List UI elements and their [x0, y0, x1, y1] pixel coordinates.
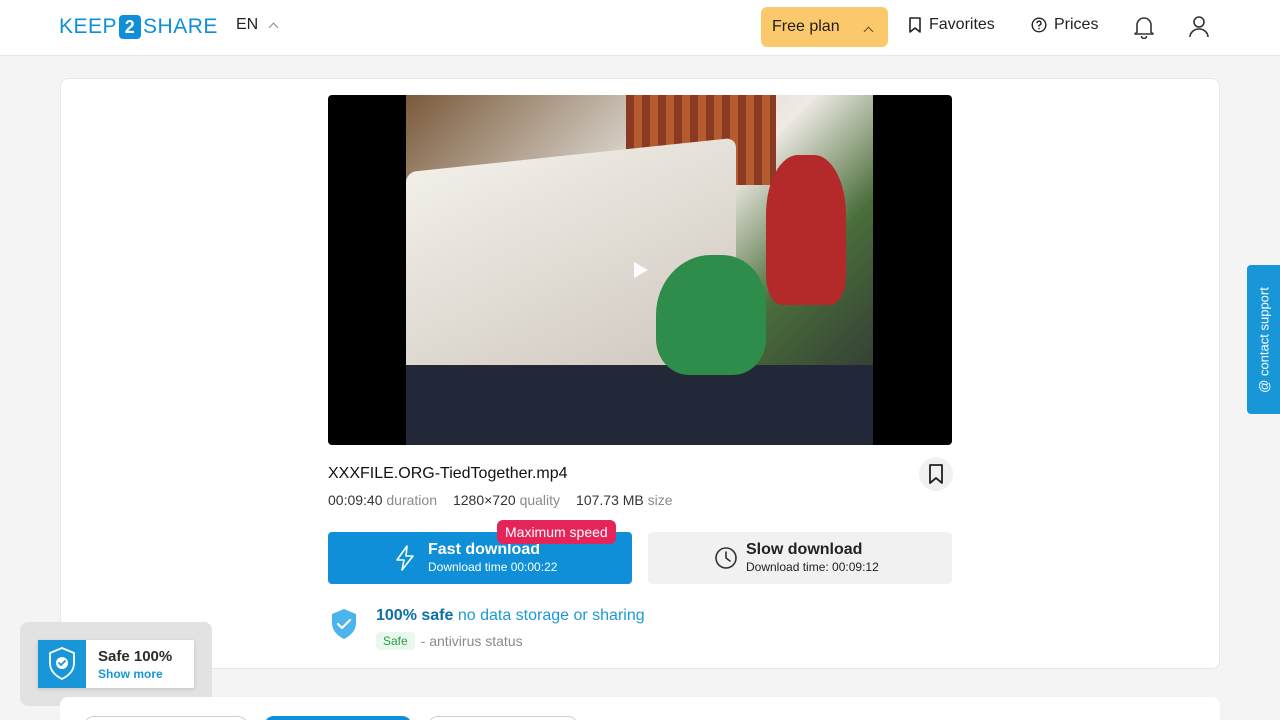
size-info: 107.73 MB size	[576, 492, 673, 508]
chevron-up-icon	[863, 26, 874, 37]
language-label: EN	[236, 16, 259, 33]
add-favorite-button[interactable]	[919, 457, 953, 491]
video-preview[interactable]	[328, 95, 952, 445]
thumbnail-figure	[766, 155, 846, 305]
maximum-speed-badge: Maximum speed	[497, 520, 616, 544]
chevron-up-icon	[268, 22, 279, 32]
favorites-link[interactable]: Favorites	[908, 16, 995, 34]
site-logo[interactable]: KEEP 2 SHARE	[59, 15, 218, 39]
size-value: 107.73 MB	[576, 492, 644, 508]
duration-info: 00:09:40 duration	[328, 492, 437, 508]
file-meta: 00:09:40 duration 1280×720 quality 107.7…	[328, 492, 673, 508]
safety-statement: 100% safe no data storage or sharing	[376, 607, 645, 625]
shield-check-icon	[38, 640, 86, 688]
bottom-tab[interactable]	[428, 716, 578, 720]
size-label: size	[647, 492, 673, 508]
antivirus-status: Safe - antivirus status	[376, 632, 523, 650]
favorites-label: Favorites	[929, 16, 995, 33]
contact-support-button[interactable]: @ contact support	[1247, 265, 1280, 414]
slow-download-title: Slow download	[746, 541, 863, 558]
shield-check-icon	[330, 608, 358, 645]
lightning-icon	[396, 545, 414, 571]
safe-widget[interactable]: Safe 100% Show more	[38, 640, 194, 688]
prices-link[interactable]: Prices	[1031, 16, 1098, 34]
safety-detail-text: no data storage or sharing	[457, 607, 645, 624]
logo-text-keep: KEEP	[59, 15, 118, 38]
antivirus-status-label: - antivirus status	[420, 633, 523, 649]
duration-label: duration	[386, 492, 437, 508]
top-header: KEEP 2 SHARE EN Free plan Favorites Pric…	[0, 0, 1280, 56]
logo-text-share: SHARE	[143, 15, 218, 38]
contact-support-label: @ contact support	[1256, 286, 1271, 393]
bottom-tab[interactable]	[84, 716, 248, 720]
bottom-tab-active[interactable]	[264, 716, 412, 720]
help-circle-icon	[1031, 17, 1047, 33]
quality-label: quality	[519, 492, 561, 508]
account-button[interactable]	[1187, 14, 1211, 40]
duration-value: 00:09:40	[328, 492, 383, 508]
language-selector[interactable]: EN	[236, 16, 279, 34]
quality-value: 1280×720	[452, 492, 516, 508]
show-more-link[interactable]: Show more	[98, 667, 163, 681]
safety-strong-text: 100% safe	[376, 607, 454, 624]
user-icon	[1189, 16, 1209, 38]
slow-download-time: Download time: 00:09:12	[746, 560, 879, 574]
bell-icon	[1134, 17, 1154, 39]
free-plan-label: Free plan	[772, 18, 840, 35]
fast-download-time: Download time 00:00:22	[428, 560, 558, 574]
bookmark-icon	[909, 17, 921, 33]
file-name: XXXFILE.ORG-TiedTogether.mp4	[328, 465, 568, 482]
logo-text-2: 2	[119, 15, 142, 39]
notifications-button[interactable]	[1132, 14, 1156, 40]
slow-download-button[interactable]: Slow download Download time: 00:09:12	[648, 532, 952, 584]
quality-info: 1280×720 quality	[453, 492, 560, 508]
thumbnail-figure	[656, 255, 766, 375]
clock-icon	[715, 547, 737, 569]
safe-status-tag: Safe	[376, 632, 415, 650]
play-icon[interactable]	[634, 262, 648, 278]
free-plan-button[interactable]: Free plan	[761, 7, 888, 47]
bookmark-icon	[929, 464, 943, 484]
prices-label: Prices	[1054, 16, 1099, 33]
thumbnail-floor	[406, 365, 873, 445]
safe-widget-title: Safe 100%	[98, 648, 173, 665]
